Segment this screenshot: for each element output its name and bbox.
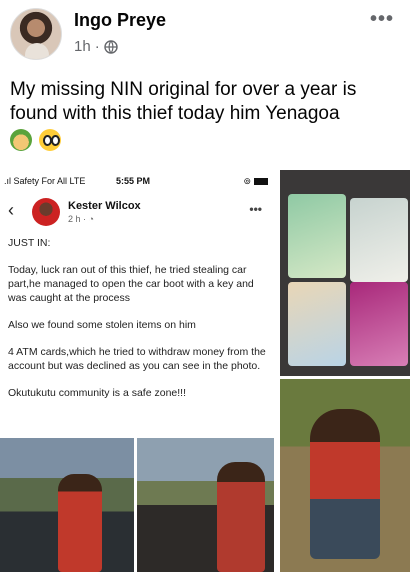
post-body: My missing NIN original for over a year … <box>10 79 357 124</box>
post-meta: 1h · <box>74 38 118 55</box>
more-icon: ••• <box>249 202 262 216</box>
post-time[interactable]: 1h <box>74 38 91 55</box>
suspect-figure <box>310 409 380 559</box>
suspect-figure <box>58 474 102 572</box>
car-boot-photo-left <box>0 438 134 572</box>
photo-collage[interactable]: .ıl Safety For All LTE 5:55 PM ⊚ ‹ Keste… <box>0 170 410 572</box>
id-card <box>288 282 346 366</box>
suspect-figure <box>217 462 265 572</box>
status-carrier: .ıl Safety For All LTE <box>4 176 85 186</box>
globe-icon <box>103 39 118 54</box>
id-card <box>350 198 408 282</box>
inner-paragraph: 4 ATM cards,which he tried to withdraw m… <box>8 346 266 372</box>
inner-paragraph: Okutukutu community is a safe zone!!! <box>8 387 186 399</box>
atm-card <box>350 282 408 366</box>
more-icon[interactable]: ••• <box>370 8 394 31</box>
inner-post-time: 2 h · <box>68 214 89 224</box>
car-boot-photo-right <box>137 438 274 572</box>
inner-post-body: JUST IN: Today, luck ran out of this thi… <box>8 236 270 413</box>
chevron-left-icon[interactable]: ‹ <box>8 200 14 221</box>
post-text: My missing NIN original for over a year … <box>10 78 402 152</box>
inner-post-header: ‹ Kester Wilcox 2 h · ◔ ••• <box>4 196 272 230</box>
status-time: 5:55 PM <box>116 176 151 186</box>
flushed-face-emoji-icon <box>39 128 62 151</box>
author-avatar[interactable] <box>10 8 62 60</box>
battery-icon <box>254 178 268 186</box>
emoji-row <box>10 128 402 152</box>
screenshot-image[interactable]: .ıl Safety For All LTE 5:55 PM ⊚ ‹ Keste… <box>0 170 277 572</box>
author-name[interactable]: Ingo Preye <box>74 10 166 31</box>
id-card <box>288 194 346 278</box>
status-bar: .ıl Safety For All LTE 5:55 PM ⊚ <box>4 174 272 190</box>
inner-avatar <box>32 198 60 226</box>
inner-paragraph: Today, luck ran out of this thief, he tr… <box>8 264 254 304</box>
id-cards-photo[interactable] <box>280 170 410 376</box>
suspect-photo[interactable] <box>280 379 410 572</box>
target-icon: ⊚ <box>243 176 251 186</box>
inner-author-name: Kester Wilcox <box>68 200 141 212</box>
farmer-emoji-icon <box>10 128 32 151</box>
inner-paragraph: JUST IN: <box>8 237 51 249</box>
inner-post-meta: 2 h · ◔ <box>68 214 94 224</box>
signal-icon: .ıl <box>4 176 14 186</box>
status-right: ⊚ <box>243 176 268 187</box>
post-header: Ingo Preye 1h · ••• <box>10 8 400 60</box>
globe-icon: ◔ <box>88 214 94 224</box>
meta-separator: · <box>94 38 100 55</box>
inner-paragraph: Also we found some stolen items on him <box>8 319 196 331</box>
carrier-label: Safety For All LTE <box>13 176 86 186</box>
